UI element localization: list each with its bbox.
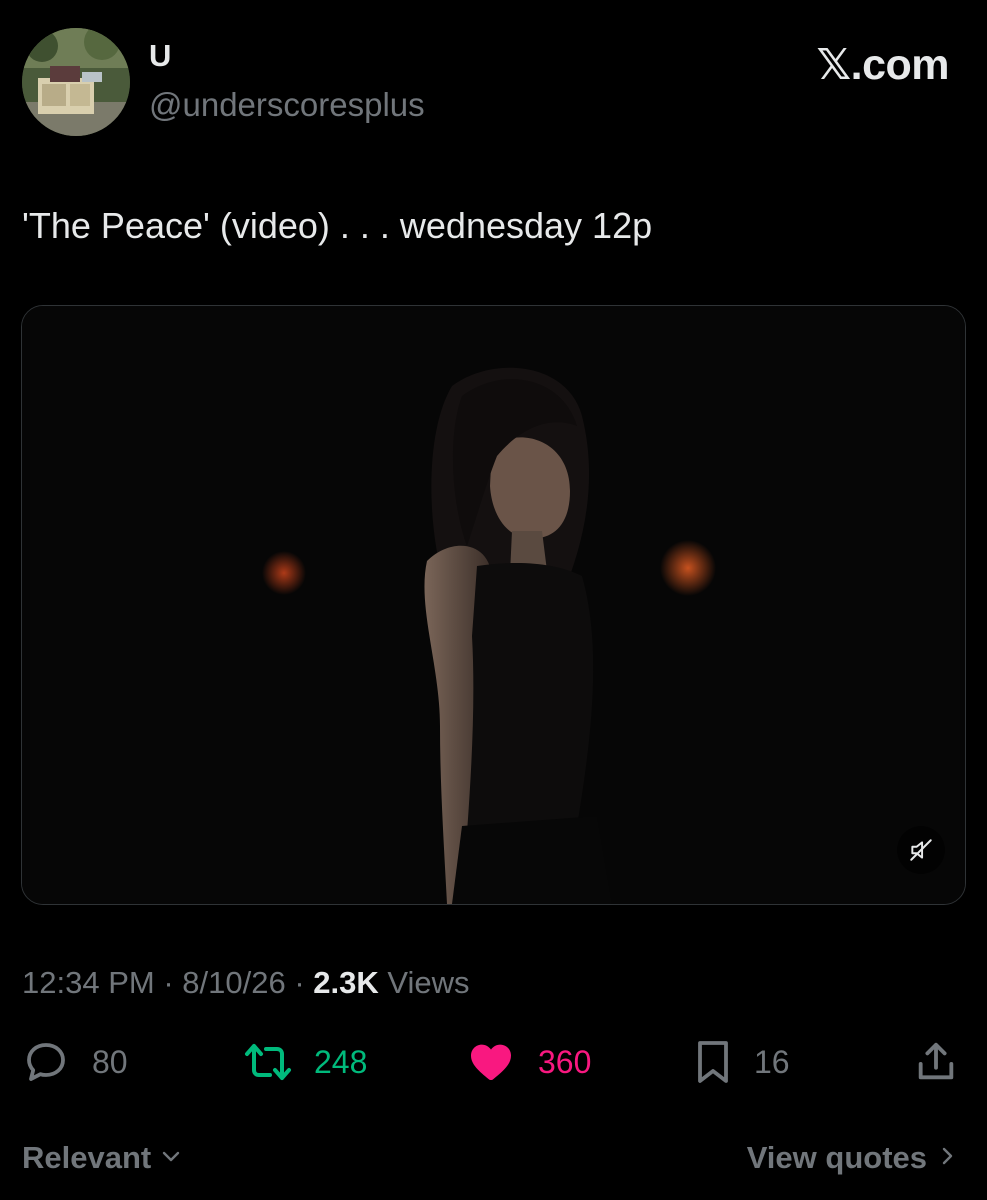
avatar-image: [22, 28, 130, 136]
like-button[interactable]: 360: [466, 1036, 591, 1088]
reply-icon: [27, 1043, 65, 1081]
video-player[interactable]: [21, 305, 966, 905]
share-button[interactable]: [913, 1036, 959, 1088]
site-badge: 𝕏.com: [816, 41, 949, 89]
view-quotes-link[interactable]: View quotes: [747, 1140, 959, 1176]
heart-icon: [471, 1044, 511, 1080]
sort-dropdown[interactable]: Relevant: [22, 1140, 183, 1176]
chevron-down-icon: [159, 1140, 183, 1176]
chevron-right-icon: [935, 1140, 959, 1176]
views-label: Views: [387, 965, 470, 1000]
reply-count: 80: [92, 1044, 128, 1080]
reply-button[interactable]: 80: [22, 1036, 128, 1088]
share-icon: [918, 1042, 954, 1080]
view-quotes-label: View quotes: [746, 1140, 927, 1175]
meta-separator: ·: [294, 965, 305, 1000]
bookmark-button[interactable]: 16: [692, 1036, 790, 1088]
display-name[interactable]: U: [149, 40, 171, 71]
sort-label: Relevant: [22, 1140, 152, 1175]
retweet-button[interactable]: 248: [242, 1036, 367, 1088]
user-handle[interactable]: @underscoresplus: [149, 88, 425, 121]
tweet-meta: 12:34 PM · 8/10/26 · 2.3K Views: [22, 964, 470, 1001]
tweet-text: 'The Peace' (video) . . . wednesday 12p: [22, 205, 653, 246]
retweet-count: 248: [314, 1044, 368, 1080]
views-count: 2.3K: [313, 965, 379, 1000]
tweet-date[interactable]: 8/10/26: [182, 965, 285, 1000]
like-count: 360: [538, 1044, 592, 1080]
mute-button[interactable]: [897, 826, 945, 874]
action-bar: 80 248 360 16: [0, 1036, 987, 1088]
speaker-muted-icon: [910, 839, 932, 861]
video-frame: [22, 306, 965, 904]
bookmark-count: 16: [754, 1044, 790, 1080]
avatar[interactable]: [22, 28, 130, 136]
bookmark-icon: [698, 1041, 728, 1083]
retweet-icon: [245, 1044, 291, 1080]
tweet-time[interactable]: 12:34 PM: [22, 965, 155, 1000]
meta-separator: ·: [163, 965, 174, 1000]
